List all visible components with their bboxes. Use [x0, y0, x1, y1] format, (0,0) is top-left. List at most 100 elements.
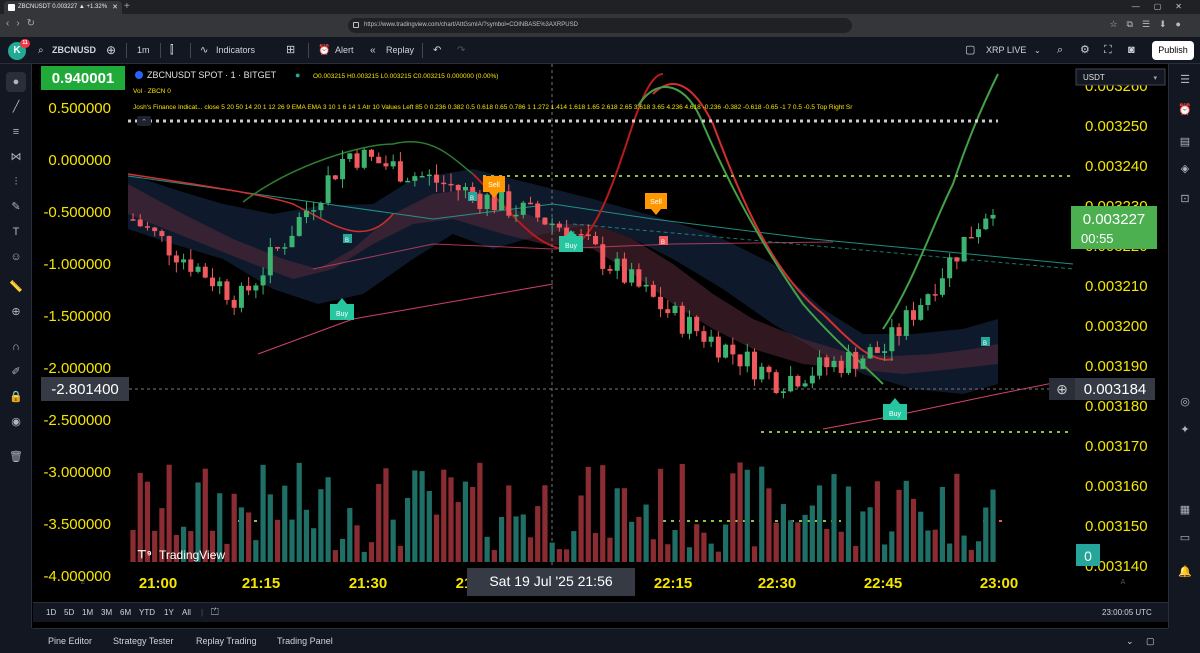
- trend-line-icon[interactable]: ╱: [6, 97, 26, 117]
- close-tab-icon[interactable]: ✕: [112, 1, 118, 14]
- candle-body: [347, 153, 353, 160]
- zoom-icon[interactable]: ⊕: [6, 302, 26, 322]
- browser-tab[interactable]: ZBCNUSDT 0.003227 ▲ +1.32% ✕: [4, 1, 122, 14]
- replay-button[interactable]: Replay: [386, 37, 414, 64]
- fib-retracement-icon[interactable]: ≡: [6, 122, 26, 142]
- browser-extension-icons[interactable]: ☆⧉☰⬇●: [1109, 19, 1190, 30]
- last-price: 0.003227: [1083, 211, 1146, 228]
- tab-trading-panel[interactable]: Trading Panel: [277, 629, 333, 653]
- lock-icon: [353, 22, 359, 28]
- notifications-icon[interactable]: 🔔: [1175, 562, 1195, 582]
- settings-icon[interactable]: ⚙: [1080, 37, 1090, 64]
- layers-icon[interactable]: ◈: [1175, 159, 1195, 179]
- text-icon[interactable]: T: [6, 222, 26, 242]
- compare-symbol-icon[interactable]: ⊕: [106, 37, 116, 64]
- time-tick: 21:00: [139, 575, 177, 592]
- volume-bar: [657, 468, 664, 562]
- range-6m[interactable]: 6M: [120, 603, 131, 623]
- candle-body: [723, 344, 729, 358]
- brush-icon[interactable]: ✎: [6, 197, 26, 217]
- calendar-icon[interactable]: ▦: [1175, 500, 1195, 520]
- volume-bar: [332, 550, 338, 562]
- ruler-icon[interactable]: 📏: [6, 277, 26, 297]
- volume-bar: [643, 504, 649, 562]
- cursor-icon[interactable]: ●: [6, 72, 26, 92]
- range-all[interactable]: All: [182, 603, 191, 623]
- interval-button[interactable]: 1m: [137, 37, 150, 64]
- candle-body: [209, 277, 215, 287]
- range-5d[interactable]: 5D: [64, 603, 74, 623]
- candle-style-icon[interactable]: ⫿: [170, 37, 174, 64]
- candle-body: [578, 234, 584, 236]
- goto-date-icon[interactable]: ⏍: [211, 603, 219, 623]
- volume-bar: [426, 490, 432, 562]
- chevron-down-icon[interactable]: ⌄: [1034, 37, 1041, 64]
- buy-signal-label: Buy: [336, 311, 349, 318]
- price-chart[interactable]: Buy Buy Buy Sell Sell B B B B ZBCNUSDT S…: [33, 64, 1168, 602]
- volume-bar: [759, 466, 765, 562]
- volume-bar: [130, 530, 136, 562]
- range-ytd[interactable]: YTD: [139, 603, 155, 623]
- lock-drawings-icon[interactable]: ✐: [6, 362, 26, 382]
- legend-ohlc: O0.003215 H0.003215 L0.003215 C0.003215 …: [313, 73, 498, 80]
- trash-icon[interactable]: 🗑: [6, 447, 26, 467]
- volume-bar: [853, 545, 859, 562]
- search-icon[interactable]: ⌕: [38, 37, 44, 64]
- object-tree-icon[interactable]: ▤: [1175, 132, 1195, 152]
- symbol-search-button[interactable]: ZBCNUSD: [52, 37, 96, 64]
- watchlist-icon[interactable]: ☰: [1175, 70, 1195, 90]
- signal-icon[interactable]: ◎: [1175, 392, 1195, 412]
- volume-bar: [795, 522, 801, 562]
- chat-icon[interactable]: ▭: [1175, 528, 1195, 548]
- alert-button[interactable]: Alert: [335, 37, 354, 64]
- range-1m[interactable]: 1M: [82, 603, 93, 623]
- volume-bar: [975, 541, 982, 562]
- range-1y[interactable]: 1Y: [164, 603, 174, 623]
- candle-body: [390, 161, 396, 167]
- chevron-down-icon[interactable]: ⌄: [1126, 629, 1134, 653]
- b-marker: B: [470, 196, 474, 202]
- new-tab-icon[interactable]: +: [124, 0, 130, 13]
- b-marker: B: [983, 341, 987, 347]
- range-3m[interactable]: 3M: [101, 603, 112, 623]
- publish-button[interactable]: Publish: [1152, 41, 1194, 60]
- screener-icon[interactable]: ⊡: [1175, 189, 1195, 209]
- range-1d[interactable]: 1D: [46, 603, 56, 623]
- layout-checkbox-icon[interactable]: ▢: [965, 37, 975, 64]
- avatar[interactable]: K 11: [8, 39, 30, 60]
- candle-body: [759, 366, 765, 380]
- candle-body: [918, 305, 924, 320]
- redo-icon[interactable]: ↷: [457, 37, 465, 64]
- maximize-panel-icon[interactable]: ▢: [1146, 629, 1155, 653]
- url-field[interactable]: https://www.tradingview.com/chart/AttGsm…: [348, 18, 852, 33]
- layout-name-button[interactable]: XRP LIVE: [986, 37, 1026, 64]
- volume-bar: [600, 465, 606, 562]
- templates-icon[interactable]: ⊞: [286, 37, 295, 64]
- magnet-icon[interactable]: ∩: [6, 337, 26, 357]
- patterns-icon[interactable]: ⫶: [6, 172, 26, 192]
- indicators-button[interactable]: Indicators: [216, 37, 255, 64]
- undo-icon[interactable]: ↶: [433, 37, 441, 64]
- eye-icon[interactable]: ◉: [6, 412, 26, 432]
- tab-strategy-tester[interactable]: Strategy Tester: [113, 629, 173, 653]
- fullscreen-icon[interactable]: ⛶: [1104, 37, 1112, 64]
- volume-bar: [730, 473, 736, 562]
- alerts-clock-icon[interactable]: ⏰: [1175, 100, 1195, 120]
- volume-bar: [831, 474, 837, 562]
- tab-pine-editor[interactable]: Pine Editor: [48, 629, 92, 653]
- nav-buttons[interactable]: ‹›↻: [6, 18, 42, 29]
- sell-signal-label: Sell: [650, 199, 662, 206]
- sell-signal-label: Sell: [488, 182, 500, 189]
- volume-bar: [925, 530, 931, 562]
- emoji-icon[interactable]: ☺: [6, 247, 26, 267]
- window-controls[interactable]: —▢✕: [1132, 0, 1196, 13]
- candle-body: [744, 351, 750, 367]
- camera-icon[interactable]: ◙: [1128, 37, 1135, 64]
- utc-clock[interactable]: 23:00:05 UTC: [1102, 603, 1152, 623]
- quick-search-icon[interactable]: ⌕: [1057, 37, 1063, 64]
- ideas-icon[interactable]: ✦: [1175, 420, 1195, 440]
- lock-icon[interactable]: 🔒: [6, 387, 26, 407]
- plus-icon: ⊕: [1056, 381, 1068, 397]
- pitchfork-icon[interactable]: ⋈: [6, 147, 26, 167]
- tab-replay-trading[interactable]: Replay Trading: [196, 629, 257, 653]
